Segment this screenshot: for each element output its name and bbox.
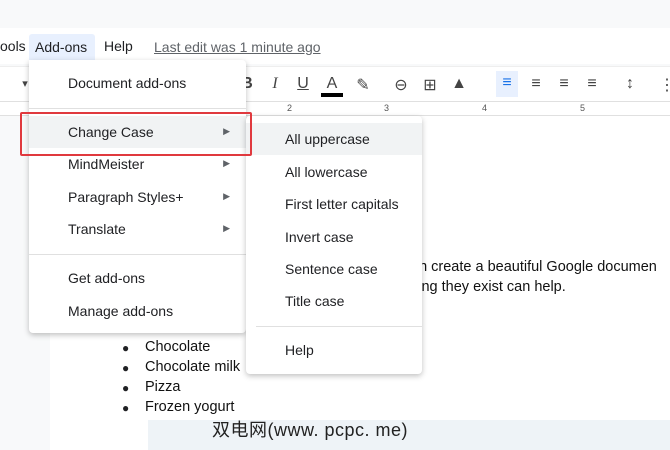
list-item: Pizza (145, 379, 181, 395)
align-left-icon[interactable]: ≡ (496, 71, 518, 97)
menu-item-label: Sentence case (285, 261, 378, 277)
bullet-icon: ● (122, 341, 130, 355)
italic-icon[interactable]: I (264, 75, 286, 93)
add-comment-icon[interactable]: ⊞ (419, 75, 441, 95)
menu-item-label: Manage add-ons (68, 303, 174, 319)
divider (256, 326, 422, 327)
menu-item-label: Invert case (285, 229, 354, 245)
list-item: Frozen yogurt (145, 399, 235, 415)
justify-icon[interactable]: ≡ (581, 75, 603, 93)
bullet-icon: ● (122, 361, 130, 375)
submenu-arrow-icon: ▶ (223, 223, 230, 233)
menu-bar: ools Help (0, 28, 670, 64)
link-icon[interactable]: ⊖ (390, 75, 412, 95)
numbered-list-icon[interactable]: ⋮ (656, 75, 670, 95)
annotation-highlight-box (20, 112, 252, 156)
highlight-icon[interactable]: ✎ (352, 75, 374, 95)
menu-item-label: MindMeister (68, 156, 145, 172)
text-color-icon[interactable]: A (321, 75, 343, 97)
doc-text-line: an create a beautiful Google documen (411, 259, 657, 275)
menu-item-get-add-ons[interactable]: Get add-ons (29, 262, 246, 294)
doc-text-line: ving they exist can help. (411, 279, 566, 295)
ruler-mark: 4 (482, 103, 488, 113)
menu-item-translate[interactable]: Translate ▶ (29, 213, 246, 245)
menu-item-all-uppercase[interactable]: All uppercase (246, 123, 422, 155)
menu-item-label: Help (285, 342, 314, 358)
list-item: Chocolate (145, 339, 211, 355)
watermark: 双电网(www. pcpc. me) (212, 420, 409, 440)
list-item: Chocolate milk (145, 359, 241, 375)
submenu-arrow-icon: ▶ (223, 158, 230, 168)
divider (29, 254, 246, 255)
change-case-submenu: All uppercase All lowercase First letter… (246, 116, 422, 374)
menu-add-ons[interactable]: Add-ons (29, 34, 95, 60)
menu-item-label: All lowercase (285, 164, 368, 180)
menu-item-all-lowercase[interactable]: All lowercase (246, 156, 422, 188)
align-right-icon[interactable]: ≡ (553, 75, 575, 93)
menu-item-first-letter-capitals[interactable]: First letter capitals (246, 188, 422, 220)
menu-item-label: Translate (68, 221, 126, 237)
underline-icon[interactable]: U (292, 75, 314, 93)
menu-item-title-case[interactable]: Title case (246, 285, 422, 317)
menu-item-label: First letter capitals (285, 196, 399, 212)
menu-item-sentence-case[interactable]: Sentence case (246, 253, 422, 285)
menu-item-document-add-ons[interactable]: Document add-ons (29, 67, 246, 99)
menu-item-help[interactable]: Help (246, 334, 422, 366)
menu-item-paragraph-styles[interactable]: Paragraph Styles+ ▶ (29, 181, 246, 213)
submenu-arrow-icon: ▶ (223, 191, 230, 201)
menu-item-label: All uppercase (285, 131, 370, 147)
menu-tools[interactable]: ools (0, 38, 26, 54)
align-center-icon[interactable]: ≡ (525, 75, 547, 93)
divider (29, 108, 246, 109)
menu-item-label: Get add-ons (68, 270, 146, 286)
menu-item-invert-case[interactable]: Invert case (246, 221, 422, 253)
image-icon[interactable]: ▲ (448, 75, 470, 93)
ruler-mark: 3 (384, 103, 390, 113)
menu-item-label: Document add-ons (68, 75, 187, 91)
menu-item-label: Title case (285, 293, 345, 309)
bullet-icon: ● (122, 381, 130, 395)
bullet-icon: ● (122, 401, 130, 415)
menu-item-manage-add-ons[interactable]: Manage add-ons (29, 295, 246, 327)
add-ons-menu: Document add-ons Change Case ▶ MindMeiste… (29, 60, 246, 333)
ruler-mark: 2 (287, 103, 293, 113)
line-spacing-icon[interactable]: ↕ (619, 75, 641, 93)
ruler-mark: 5 (580, 103, 586, 113)
menu-help[interactable]: Help (104, 38, 133, 54)
menu-item-label: Paragraph Styles+ (68, 189, 184, 205)
last-edit-link[interactable]: Last edit was 1 minute ago (154, 39, 321, 55)
